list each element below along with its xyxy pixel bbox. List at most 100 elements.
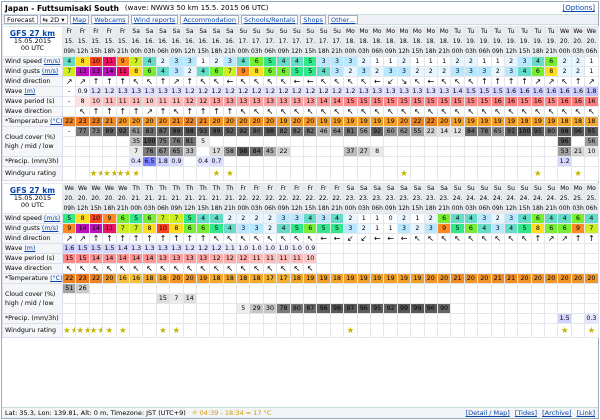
cloud-high-cell [155, 283, 171, 294]
temperature-cell: 19 [343, 116, 358, 127]
wind-speed-cell: 2 [423, 213, 438, 224]
day-cell: Tu [463, 26, 479, 37]
wave-direction-arrow-icon: ↖ [209, 263, 224, 274]
wave-period-label: Wave period (s) [2, 96, 63, 107]
wave-cell [503, 243, 519, 254]
rating-star-icon [249, 166, 264, 181]
tab-map[interactable]: Map [69, 15, 90, 24]
wind-speed-cell: 2 [222, 213, 238, 224]
wind-gusts-cell: 3 [356, 66, 371, 77]
wind-gusts-cell: 9 [61, 223, 77, 234]
tides-link[interactable]: [Tides] [515, 409, 537, 417]
temperature-cell: 19 [517, 116, 532, 127]
tab-accommodation[interactable]: Accommodation [180, 15, 239, 24]
tab-schools-rentals[interactable]: Schools/Rentals [240, 15, 299, 24]
hour-cell: 09h [61, 203, 77, 214]
unit-link[interactable]: (m) [24, 88, 35, 95]
temperature-cell: 19 [356, 116, 371, 127]
wind-direction-arrow-icon: ↑ [477, 76, 492, 87]
unit-link[interactable]: (m/s) [44, 58, 60, 65]
unit-link[interactable]: (m/s) [42, 68, 58, 75]
precip-cell [570, 313, 586, 324]
label-subtext: high / mid / low [5, 299, 54, 307]
wind-direction-arrow-icon: ↖ [209, 233, 224, 244]
label-text: Wind speed [5, 215, 42, 222]
rating-star-icon: ★ [115, 323, 130, 338]
temperature-cell: 22 [423, 116, 438, 127]
day-cell: Th [169, 183, 184, 194]
wave-period-cell: 15 [383, 96, 398, 107]
hour-cell: 21h [329, 46, 345, 57]
cloud-low-cell [517, 146, 532, 157]
cloud-mid-cell [530, 136, 546, 147]
cloud-low-cell: 96 [356, 303, 371, 314]
rating-star-icon [410, 323, 425, 338]
wave-direction-arrow-icon: ↖ [169, 263, 184, 274]
rating-star-icon [289, 166, 305, 181]
wind-gusts-cell: 4 [517, 66, 532, 77]
unit-link[interactable]: (m) [24, 245, 35, 252]
cloud-low-cell [410, 146, 425, 157]
detail-map-link[interactable]: [Detail / Map] [466, 409, 510, 417]
cloud-mid-cell [276, 136, 291, 147]
wind-gusts-cell: 2 [356, 223, 371, 234]
unit-link[interactable]: (m/s) [44, 215, 60, 222]
rating-star-icon: ★ [169, 323, 184, 338]
archive-link[interactable]: [Archive] [542, 409, 571, 417]
wave-cell: 1.2 [195, 243, 211, 254]
date-cell: 15. [115, 36, 130, 47]
precip-label: *Precip. (mm/3h) [2, 156, 63, 167]
wave-cell: 1.2 [249, 86, 264, 97]
day-cell: Sa [155, 26, 171, 37]
rating-star-icon: ★★★ [75, 323, 90, 338]
wave-period-cell [544, 253, 559, 264]
wave-period-cell: 13 [169, 253, 184, 264]
temperature-cell: 19 [316, 116, 331, 127]
precip-cell [356, 156, 371, 167]
temperature-cell: 21 [450, 273, 465, 284]
wind-gusts-cell: 6 [530, 66, 546, 77]
cloud-mid-cell [128, 293, 144, 304]
day-cell: Mo [557, 183, 572, 194]
cloud-low-row: 7 76 67 65 33 17 58 98 84 45 22 37 27 8 53 21 10 [3, 146, 599, 157]
link-link[interactable]: [Link] [577, 409, 595, 417]
date-cell: 16. [182, 36, 197, 47]
hour-cell: 03h [463, 203, 479, 214]
wave-cell: 1.0 [236, 243, 251, 254]
wind-speed-cell: 9 [102, 213, 117, 224]
tab-shops[interactable]: Shops [300, 15, 326, 24]
wave-period-cell [557, 253, 572, 264]
wave-cell: 1.3 [142, 86, 157, 97]
wave-direction-arrow-icon: ↑ [115, 106, 130, 117]
wind-direction-arrow-icon: ↑ [570, 233, 586, 244]
day-cell: Fr [276, 183, 291, 194]
options-link[interactable]: [Options] [563, 4, 595, 12]
cloud-high-cell: 81 [343, 126, 358, 137]
day-cell: Sa [209, 26, 224, 37]
view-2d-toggle[interactable]: ⇆ 2D ▾ [39, 15, 68, 24]
hour-cell: 18h [209, 46, 224, 57]
wind-direction-arrow-icon: ↖ [262, 233, 278, 244]
temperature-cell: 18 [142, 273, 157, 284]
tab-other[interactable]: Other... [327, 15, 359, 24]
rating-star-icon [584, 166, 599, 181]
precip-cell [503, 313, 519, 324]
unit-link[interactable]: (°C) [50, 118, 61, 125]
tab-wind-reports[interactable]: Wind reports [130, 15, 179, 24]
wave-cell: 1.2 [195, 86, 211, 97]
wind-speed-row: Wind speed (m/s) 5 8 10 9 6 5 6 7 7 5 4 4 2 2 2 2 3 3 4 3 4 2 1… [2, 213, 599, 224]
rating-star-icon [383, 166, 398, 181]
temperature-cell: 19 [303, 273, 318, 284]
wave-direction-arrow-icon: ↑ [182, 106, 197, 117]
tab-forecast[interactable]: Forecast [4, 15, 38, 24]
unit-link[interactable]: (m/s) [42, 225, 58, 232]
tab-webcams[interactable]: Webcams [91, 15, 129, 24]
date-cell: 21. [128, 193, 144, 204]
rating-star-icon [503, 166, 519, 181]
cloud-low-cell [195, 303, 211, 314]
wave-period-cell [463, 253, 479, 264]
date-cell: 16. [155, 36, 171, 47]
wave-cell: 1.8 [584, 86, 599, 97]
wave-direction-arrow-icon [584, 263, 599, 274]
unit-link[interactable]: (°C) [50, 275, 61, 282]
